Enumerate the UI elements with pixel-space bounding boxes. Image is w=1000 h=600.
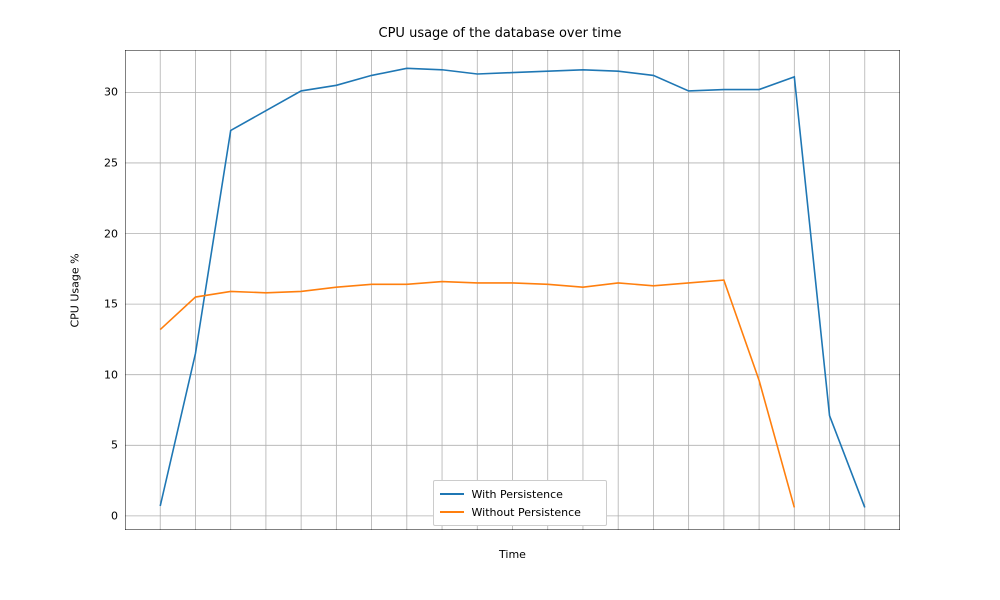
legend: With Persistence Without Persistence	[433, 480, 607, 526]
figure: CPU usage of the database over time CPU …	[0, 0, 1000, 600]
legend-swatch	[440, 511, 464, 513]
y-tick-label: 5	[58, 439, 118, 452]
y-tick-label: 15	[58, 298, 118, 311]
y-tick-label: 0	[58, 509, 118, 522]
legend-item: With Persistence	[440, 485, 600, 503]
plot-svg	[125, 50, 900, 530]
y-tick-label: 10	[58, 368, 118, 381]
chart-title: CPU usage of the database over time	[0, 26, 1000, 41]
y-tick-label: 25	[58, 156, 118, 169]
y-axis-label: CPU Usage %	[65, 50, 85, 530]
y-tick-label: 30	[58, 86, 118, 99]
legend-item: Without Persistence	[440, 503, 600, 521]
legend-label: With Persistence	[472, 488, 563, 501]
x-axis-label: Time	[125, 548, 900, 561]
legend-label: Without Persistence	[472, 506, 581, 519]
y-tick-label: 20	[58, 227, 118, 240]
plot-area	[125, 50, 900, 530]
legend-swatch	[440, 493, 464, 495]
